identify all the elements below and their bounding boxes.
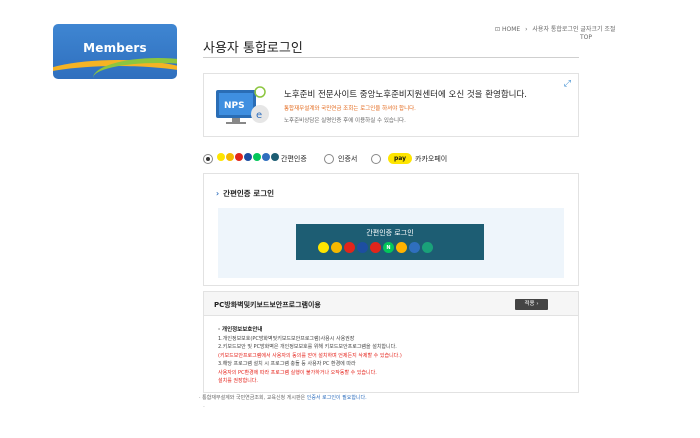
breadcrumb-current: 사용자 통합로그인 bbox=[532, 26, 579, 33]
privacy-red-line-2: 사용자의 PC환경에 따라 프로그램 실행이 불가하거나 오작동할 수 있습니다… bbox=[218, 369, 377, 376]
toss-icon bbox=[409, 242, 420, 253]
simple-auth-heading: › 간편인증 로그인 bbox=[216, 188, 274, 199]
payco-icon bbox=[344, 242, 355, 253]
keyboard-security-section: PC방화벽및키보드보안프로그램이용 적용 › · 개인정보보호안내 1.개인정보… bbox=[203, 291, 579, 393]
simple-auth-heading-text: 간편인증 로그인 bbox=[223, 189, 275, 198]
pass-icon bbox=[331, 242, 342, 253]
chevron-right-icon: › bbox=[525, 26, 528, 33]
privacy-red-line-1: (키보드보안프로그램에서 사용자의 동의를 얻어 설치하며 언제든지 삭제할 수… bbox=[218, 352, 402, 359]
svg-text:e: e bbox=[256, 110, 262, 121]
breadcrumb: ⊡ HOME › 사용자 통합로그인 글자크기 조절 bbox=[495, 24, 615, 33]
certificate-label[interactable]: 인증서 bbox=[338, 154, 357, 164]
welcome-box: NPS e 노후준비 전문사이트 중앙노후준비지원센터에 오신 것을 환영합니다… bbox=[203, 73, 579, 137]
members-banner-label: Members bbox=[83, 41, 147, 55]
breadcrumb-home[interactable]: HOME bbox=[502, 26, 520, 33]
kakaopay-badge-icon: pay bbox=[388, 153, 412, 164]
home-icon[interactable]: ⊡ bbox=[495, 26, 500, 33]
provider-icon-row: N bbox=[318, 242, 433, 253]
footnote: · 통합재무설계와 국민연금조회, 교육신청 게시판은 인증서 로그인이 필요합… bbox=[199, 394, 367, 401]
samsung-icon bbox=[357, 242, 368, 253]
payco-icon bbox=[235, 153, 243, 161]
footnote-link[interactable]: 인증서 로그인이 필요합니다. bbox=[307, 395, 367, 401]
banksalad-icon bbox=[422, 242, 433, 253]
kb-icon bbox=[396, 242, 407, 253]
chevron-right-icon: › bbox=[536, 301, 539, 307]
privacy-line-3-text: 3.해당 프로그램 설치 시 프로그램 충돌 등 사용자 PC 환경에 따라 bbox=[218, 361, 356, 367]
pass-icon bbox=[226, 153, 234, 161]
nps-logo-text: NPS bbox=[224, 101, 245, 111]
samsung-pass-icon bbox=[244, 153, 252, 161]
naver-icon: N bbox=[383, 242, 394, 253]
banksalad-icon bbox=[271, 153, 279, 161]
kakao-icon bbox=[318, 242, 329, 253]
keyboard-security-body: · 개인정보보호안내 1.개인정보보호(PC방화벽및키보드보안프로그램)사용시 … bbox=[218, 326, 402, 386]
radio-simple-auth[interactable] bbox=[203, 154, 213, 164]
simple-auth-provider-icons bbox=[217, 153, 279, 161]
simple-auth-login-button[interactable]: 간편인증 로그인 N bbox=[296, 224, 484, 260]
kakaopay-label[interactable]: 카카오페이 bbox=[415, 154, 447, 164]
apply-button-label: 적용 bbox=[524, 301, 535, 307]
privacy-heading: · 개인정보보호안내 bbox=[218, 327, 263, 333]
privacy-red-line-3: 설치를 권장합니다. bbox=[218, 378, 258, 384]
font-size-control[interactable]: 글자크기 조절 bbox=[580, 26, 615, 33]
login-banner-title: 간편인증 로그인 bbox=[366, 229, 414, 237]
simple-auth-label[interactable]: 간편인증 bbox=[281, 154, 307, 164]
simple-auth-panel: › 간편인증 로그인 간편인증 로그인 N bbox=[203, 173, 579, 286]
nps-monitor-icon: NPS e bbox=[216, 86, 269, 124]
bullet-dot: · bbox=[203, 404, 205, 411]
page-title: 사용자 통합로그인 bbox=[203, 41, 303, 56]
privacy-line-2: 2.키보드보안 및 PC방화벽은 개인정보보호를 위해 키보드보안프로그램을 설… bbox=[218, 344, 397, 350]
privacy-line-1: 1.개인정보보호(PC방화벽및키보드보안프로그램)사용시 사용권장 bbox=[218, 335, 355, 342]
members-banner[interactable]: Members bbox=[53, 24, 177, 79]
radio-kakaopay[interactable] bbox=[371, 154, 381, 164]
welcome-login-notice: 통합재무설계와 국민연금 조회는 로그인을 하셔야 합니다. bbox=[284, 106, 416, 112]
apply-button[interactable]: 적용 › bbox=[515, 299, 548, 310]
expand-icon[interactable]: ⤢ bbox=[564, 79, 571, 89]
title-divider bbox=[203, 57, 579, 58]
keyboard-security-title: PC방화벽및키보드보안프로그램이용 bbox=[214, 301, 321, 309]
kakao-icon bbox=[217, 153, 225, 161]
toss-icon bbox=[262, 153, 270, 161]
shinhan-icon bbox=[370, 242, 381, 253]
welcome-consult-notice: 노후준비상담은 실명인증 후에 이용하실 수 있습니다. bbox=[284, 118, 406, 124]
simple-auth-inner: 간편인증 로그인 N bbox=[218, 208, 564, 278]
privacy-line-3: 3.해당 프로그램 설치 시 프로그램 충돌 등 사용자 PC 환경에 따라 bbox=[218, 360, 402, 369]
footnote-text: · 통합재무설계와 국민연금조회, 교육신청 게시판은 bbox=[199, 395, 306, 401]
auth-method-selector: 간편인증 인증서 pay 카카오페이 bbox=[203, 152, 579, 166]
radio-certificate[interactable] bbox=[324, 154, 334, 164]
welcome-message: 노후준비 전문사이트 중앙노후준비지원센터에 오신 것을 환영합니다. bbox=[284, 90, 527, 100]
keyboard-security-header: PC방화벽및키보드보안프로그램이용 적용 › bbox=[204, 292, 578, 316]
chevron-right-icon: › bbox=[216, 189, 220, 198]
naver-icon bbox=[253, 153, 261, 161]
top-link[interactable]: TOP bbox=[580, 34, 592, 41]
